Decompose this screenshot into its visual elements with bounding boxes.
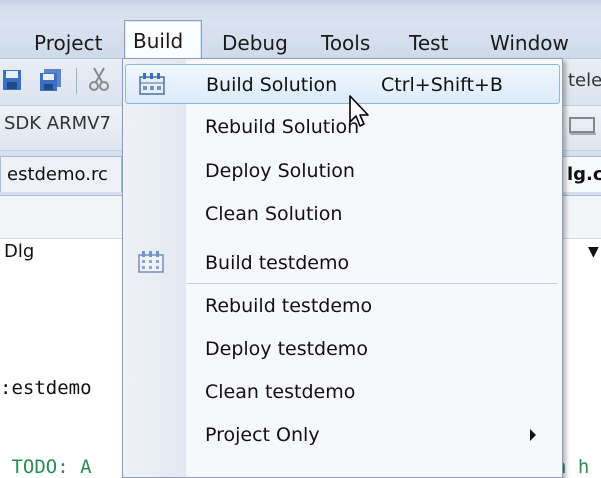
menu-item-build-testdemo[interactable]: Build testdemo [125,243,560,283]
menu-item-rebuild-testdemo[interactable]: Rebuild testdemo [125,286,560,326]
menu-item-project-only[interactable]: Project Only [125,415,560,455]
menu-item-clean-testdemo[interactable]: Clean testdemo [125,372,560,412]
code-line: :estdemo [0,377,92,399]
class-combo[interactable]: Dlg [4,241,34,262]
tab-testdemo-rc[interactable]: estdemo.rc [0,156,122,192]
menu-window[interactable]: Window [482,24,577,62]
device-tool-icon[interactable] [568,112,598,142]
menu-separator [187,283,558,284]
menu-item-deploy-solution[interactable]: Deploy Solution [125,151,560,191]
mouse-cursor-icon [348,94,374,134]
menu-item-label: Deploy testdemo [205,338,368,360]
menu-item-rebuild-solution[interactable]: Rebuild Solution [125,107,560,147]
tab-dlg-cpp[interactable]: lg.c [560,156,601,192]
build-project-icon [138,250,164,274]
menu-tools[interactable]: Tools [313,24,378,62]
title-strip [0,0,601,8]
save-icon[interactable] [2,68,24,98]
menu-item-build-solution[interactable]: Build Solution Ctrl+Shift+B [125,64,560,104]
toolbar-separator [76,68,77,94]
menu-item-deploy-testdemo[interactable]: Deploy testdemo [125,329,560,369]
menu-item-label: Rebuild Solution [205,116,360,138]
menu-project[interactable]: Project [26,24,110,62]
menu-item-label: Build Solution [206,74,338,96]
menu-build[interactable]: Build [124,20,202,60]
menu-item-shortcut: Ctrl+Shift+B [381,74,503,96]
submenu-arrow-icon [530,429,536,441]
menu-test[interactable]: Test [401,24,456,62]
menu-item-label: Deploy Solution [205,160,355,182]
chevron-down-icon[interactable]: ▼ [588,244,599,260]
menu-item-clean-solution[interactable]: Clean Solution [125,194,560,234]
menu-item-label: Clean Solution [205,203,343,225]
build-solution-icon [139,72,165,96]
menu-debug[interactable]: Debug [214,24,296,62]
target-device-combo[interactable]: SDK ARMV7 [4,113,111,134]
menu-item-label: Project Only [205,424,320,446]
cut-icon[interactable] [88,66,110,98]
menu-item-label: Rebuild testdemo [205,295,373,317]
build-menu-dropdown: Build Solution Ctrl+Shift+B Rebuild Solu… [122,58,563,478]
code-comment: TODO: A [0,456,92,478]
menu-item-label: Clean testdemo [205,381,356,403]
save-all-icon[interactable] [38,68,64,98]
menu-item-label: Build testdemo [205,252,350,274]
toolbar-target-text: tele [568,70,601,91]
